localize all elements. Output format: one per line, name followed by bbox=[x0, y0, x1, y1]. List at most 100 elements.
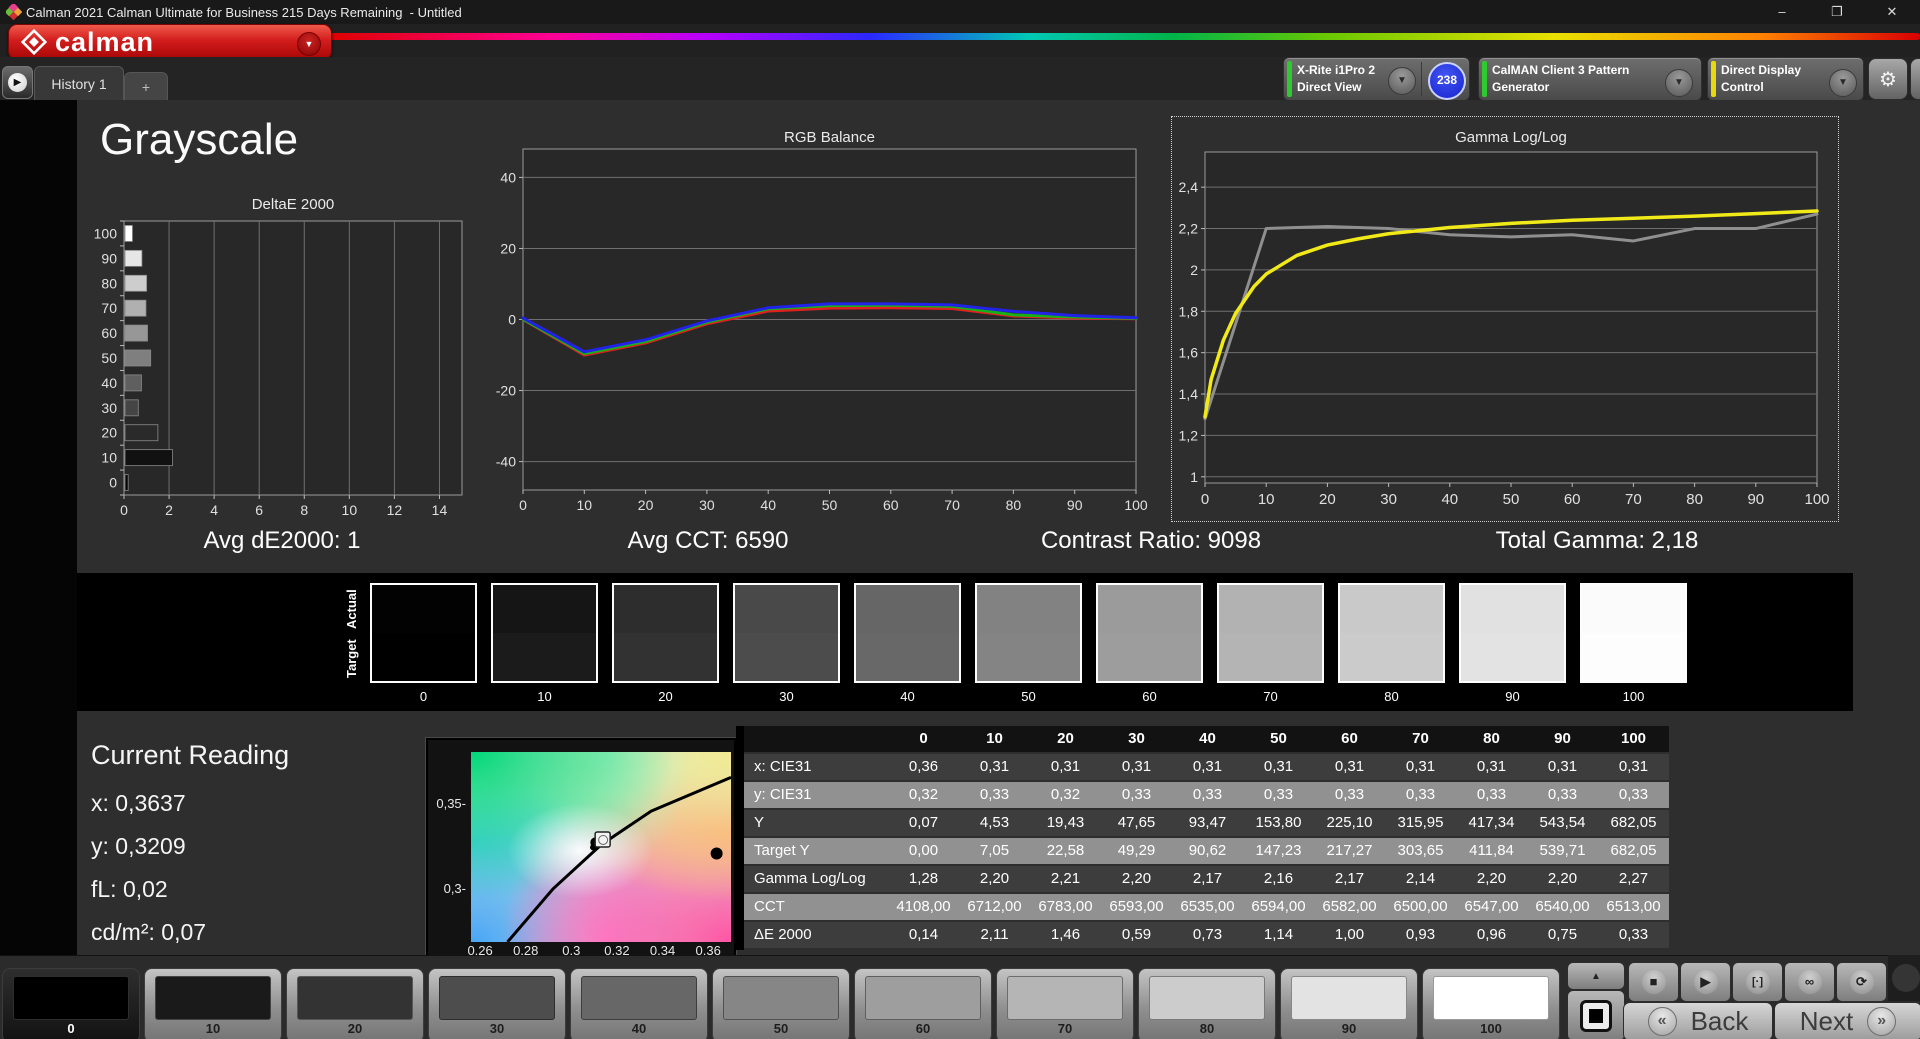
history-forward-button[interactable]: ▶ bbox=[2, 66, 33, 99]
pattern-chip bbox=[1291, 976, 1407, 1020]
pattern-button-40[interactable]: 40 bbox=[570, 968, 708, 1039]
back-button[interactable]: « Back bbox=[1623, 1002, 1773, 1039]
gamma-chart: 1 1,2 1,4 1,6 1,8 2 2,2 2,4 0 10 20 30 40 50 60 70 80 90 1… bbox=[1179, 151, 1830, 508]
svg-text:70: 70 bbox=[101, 300, 117, 316]
cie-ytick: 0,3- bbox=[443, 880, 466, 896]
svg-text:90: 90 bbox=[1747, 491, 1764, 508]
refresh-button[interactable]: ⟳ bbox=[1836, 962, 1887, 1002]
table-cell: 2,20 bbox=[1456, 866, 1527, 892]
grayscale-swatch-30 bbox=[733, 583, 840, 683]
pattern-button-20[interactable]: 20 bbox=[286, 968, 424, 1039]
back-icon: « bbox=[1647, 1007, 1677, 1036]
pattern-window-icon: [·] bbox=[1745, 970, 1770, 994]
stat-contrast-ratio: Contrast Ratio: 9098 bbox=[1040, 527, 1262, 554]
pattern-button-80[interactable]: 80 bbox=[1138, 968, 1276, 1039]
next-button[interactable]: Next » bbox=[1774, 1002, 1920, 1039]
table-cell: 7,05 bbox=[959, 838, 1030, 864]
table-header-cell: 30 bbox=[1101, 726, 1172, 752]
pattern-button-30[interactable]: 30 bbox=[428, 968, 566, 1039]
restore-icon[interactable]: ❐ bbox=[1809, 0, 1865, 24]
pattern-button-10[interactable]: 10 bbox=[144, 968, 282, 1039]
svg-text:50: 50 bbox=[101, 350, 117, 366]
table-cell: 1,14 bbox=[1243, 922, 1314, 948]
stop-button[interactable]: ■ bbox=[1628, 962, 1679, 1002]
svg-text:1,6: 1,6 bbox=[1179, 345, 1199, 361]
swatch-level-label: 100 bbox=[1622, 689, 1645, 704]
table-cell: 0,33 bbox=[1598, 782, 1669, 808]
svg-text:70: 70 bbox=[944, 497, 960, 513]
pattern-chip bbox=[581, 976, 697, 1020]
pattern-chip bbox=[1433, 976, 1549, 1020]
table-cell: 6513,00 bbox=[1598, 894, 1669, 920]
table-row-label: x: CIE31 bbox=[744, 754, 888, 780]
pattern-generator-dropdown-icon[interactable]: ▼ bbox=[1665, 69, 1693, 97]
rgb-balance-chart[interactable]: 40 20 0 -20 -40 0 10 20 30 40 50 60 70 80 90 100 bbox=[460, 145, 1160, 525]
display-control-dropdown-icon[interactable]: ▼ bbox=[1829, 69, 1857, 97]
table-cell: 0,33 bbox=[1172, 782, 1243, 808]
pattern-chip bbox=[1007, 976, 1123, 1020]
svg-text:70: 70 bbox=[1625, 491, 1642, 508]
svg-text:40: 40 bbox=[101, 375, 117, 391]
table-cell: 0,33 bbox=[959, 782, 1030, 808]
pattern-button-50[interactable]: 50 bbox=[712, 968, 850, 1039]
corner-knob[interactable] bbox=[1892, 964, 1920, 992]
calman-menu-button[interactable]: calman ▼ bbox=[8, 24, 332, 60]
table-cell: 2,11 bbox=[959, 922, 1030, 948]
table-cell: 1,00 bbox=[1314, 922, 1385, 948]
minimize-button[interactable]: – bbox=[1754, 0, 1810, 24]
pattern-button-60[interactable]: 60 bbox=[854, 968, 992, 1039]
calman-menu-dropdown-icon[interactable]: ▼ bbox=[297, 32, 321, 56]
table-row-label: y: CIE31 bbox=[744, 782, 888, 808]
table-cell: 2,14 bbox=[1385, 866, 1456, 892]
pattern-button-70[interactable]: 70 bbox=[996, 968, 1134, 1039]
swatch-level-label: 20 bbox=[658, 689, 673, 704]
cie-chart-panel[interactable]: 0,35- 0,3- 0,26 0,28 0,3 0,32 0,34 0,36 bbox=[425, 737, 737, 966]
tab-history-1[interactable]: History 1 bbox=[34, 66, 124, 101]
pattern-window-button[interactable]: [·] bbox=[1732, 962, 1783, 1002]
table-cell: 411,84 bbox=[1456, 838, 1527, 864]
table-cell: 6594,00 bbox=[1243, 894, 1314, 920]
collapse-panel-button[interactable]: ◀ bbox=[1910, 58, 1920, 100]
calman-window: Calman 2021 Calman Ultimate for Business… bbox=[0, 0, 1920, 1039]
current-reading-fl: fL: 0,02 bbox=[91, 876, 168, 902]
pattern-button-90[interactable]: 90 bbox=[1280, 968, 1418, 1039]
gear-icon: ⚙ bbox=[1879, 68, 1897, 91]
meter-line1: X-Rite i1Pro 2 bbox=[1297, 63, 1376, 77]
meter-dropdown-icon[interactable]: ▼ bbox=[1388, 67, 1416, 95]
grayscale-swatch-60 bbox=[1096, 583, 1203, 683]
title-bar: Calman 2021 Calman Ultimate for Business… bbox=[0, 0, 1920, 24]
stat-avg-de2000: Avg dE2000: 1 bbox=[203, 527, 361, 554]
table-header-cell: 50 bbox=[1243, 726, 1314, 752]
svg-text:20: 20 bbox=[500, 240, 516, 256]
grayscale-swatch-20 bbox=[612, 583, 719, 683]
pattern-button-label: 10 bbox=[205, 1021, 221, 1036]
table-header-cell: 40 bbox=[1172, 726, 1243, 752]
svg-text:60: 60 bbox=[101, 325, 117, 341]
svg-text:10: 10 bbox=[101, 450, 117, 466]
swatch-level-label: 50 bbox=[1021, 689, 1036, 704]
table-header-cell bbox=[744, 726, 888, 752]
close-icon[interactable]: ✕ bbox=[1864, 0, 1920, 24]
deltae-chart[interactable]: 0 2 4 6 8 10 12 141009080706050403020100 bbox=[92, 217, 492, 517]
meter-selector[interactable]: X-Rite i1Pro 2 Direct View ▼ 238 bbox=[1283, 57, 1470, 101]
pattern-button-100[interactable]: 100 bbox=[1422, 968, 1560, 1039]
display-control-selector[interactable]: Direct Display Control ▼ bbox=[1707, 57, 1864, 101]
svg-text:-40: -40 bbox=[496, 454, 516, 470]
settings-button[interactable]: ⚙ bbox=[1868, 58, 1908, 100]
table-cell: 417,34 bbox=[1456, 810, 1527, 836]
back-button-label: Back bbox=[1690, 1006, 1749, 1036]
pattern-button-0[interactable]: 0 bbox=[2, 968, 140, 1039]
pattern-generator-selector[interactable]: CalMAN Client 3 Pattern Generator ▼ bbox=[1478, 57, 1702, 101]
collapse-pattern-button[interactable]: ▲ bbox=[1567, 962, 1625, 990]
table-cell: 0,33 bbox=[1456, 782, 1527, 808]
svg-text:1: 1 bbox=[1190, 469, 1198, 485]
play-button[interactable]: ▶ bbox=[1680, 962, 1731, 1002]
window-level-button[interactable] bbox=[1567, 990, 1625, 1039]
table-cell: 2,16 bbox=[1243, 866, 1314, 892]
add-tab-button[interactable]: + bbox=[124, 72, 168, 101]
continuous-measure-button[interactable]: ∞ bbox=[1784, 962, 1835, 1002]
table-cell: 0,75 bbox=[1527, 922, 1598, 948]
table-cell: 0,07 bbox=[888, 810, 959, 836]
table-cell: 4108,00 bbox=[888, 894, 959, 920]
svg-text:50: 50 bbox=[1503, 491, 1520, 508]
